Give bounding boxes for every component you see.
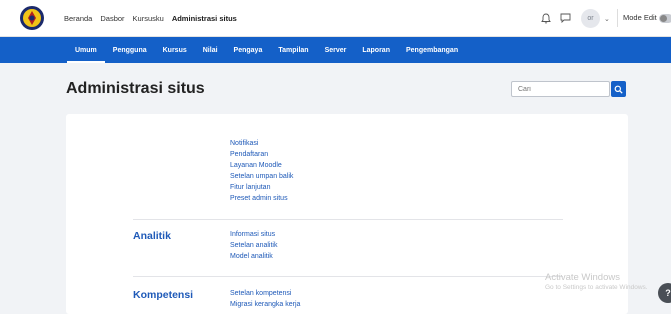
section-title-analitik[interactable]: Analitik	[133, 230, 171, 242]
activate-windows-subtitle: Go to Settings to activate Windows.	[545, 284, 648, 291]
mode-edit-label: Mode Edit	[623, 13, 657, 22]
link-layanan-moodle[interactable]: Layanan Moodle	[230, 160, 293, 171]
messages-icon[interactable]	[560, 13, 571, 23]
analitik-links: Informasi situs Setelan analitik Model a…	[230, 229, 277, 262]
link-model-analitik[interactable]: Model analitik	[230, 251, 277, 262]
link-preset-admin-situs[interactable]: Preset admin situs	[230, 193, 293, 204]
tab-pengembangan[interactable]: Pengembangan	[398, 37, 466, 63]
link-setelan-analitik[interactable]: Setelan analitik	[230, 240, 277, 251]
page-title: Administrasi situs	[66, 80, 205, 97]
link-setelan-umpan-balik[interactable]: Setelan umpan balik	[230, 171, 293, 182]
general-links: Notifikasi Pendaftaran Layanan Moodle Se…	[230, 138, 293, 204]
top-navbar: Beranda Dasbor Kursusku Administrasi sit…	[0, 0, 671, 37]
tab-pengaya[interactable]: Pengaya	[226, 37, 271, 63]
search-input[interactable]	[511, 81, 610, 97]
kompetensi-links: Setelan kompetensi Migrasi kerangka kerj…	[230, 288, 300, 310]
tab-kursus[interactable]: Kursus	[155, 37, 195, 63]
link-setelan-kompetensi[interactable]: Setelan kompetensi	[230, 288, 300, 299]
search-icon	[614, 85, 623, 94]
section-divider	[133, 276, 563, 277]
link-pendaftaran[interactable]: Pendaftaran	[230, 149, 293, 160]
link-informasi-situs[interactable]: Informasi situs	[230, 229, 277, 240]
mode-edit-toggle[interactable]	[659, 14, 671, 23]
nav-kursusku[interactable]: Kursusku	[133, 14, 164, 23]
admin-content-card	[66, 114, 628, 314]
nav-dasbor[interactable]: Dasbor	[100, 14, 124, 23]
section-title-kompetensi[interactable]: Kompetensi	[133, 289, 193, 301]
user-avatar[interactable]: or	[581, 9, 600, 28]
tab-nilai[interactable]: Nilai	[195, 37, 226, 63]
activate-windows-title: Activate Windows	[545, 272, 620, 283]
site-logo[interactable]	[19, 5, 45, 31]
nav-administrasi-situs[interactable]: Administrasi situs	[172, 14, 237, 23]
nav-beranda[interactable]: Beranda	[64, 14, 92, 23]
tab-tampilan[interactable]: Tampilan	[270, 37, 316, 63]
help-button[interactable]: ?	[658, 283, 671, 303]
link-notifikasi[interactable]: Notifikasi	[230, 138, 293, 149]
tab-server[interactable]: Server	[317, 37, 355, 63]
tab-pengguna[interactable]: Pengguna	[105, 37, 155, 63]
notification-bell-icon[interactable]	[541, 13, 551, 24]
section-divider	[133, 219, 563, 220]
divider	[617, 9, 618, 27]
admin-tabs: Umum Pengguna Kursus Nilai Pengaya Tampi…	[67, 37, 466, 63]
tab-laporan[interactable]: Laporan	[354, 37, 398, 63]
primary-navigation: Beranda Dasbor Kursusku Administrasi sit…	[64, 0, 237, 36]
link-fitur-lanjutan[interactable]: Fitur lanjutan	[230, 182, 293, 193]
tab-umum[interactable]: Umum	[67, 37, 105, 63]
search-button[interactable]	[611, 81, 626, 97]
chevron-down-icon[interactable]: ⌄	[604, 15, 610, 23]
